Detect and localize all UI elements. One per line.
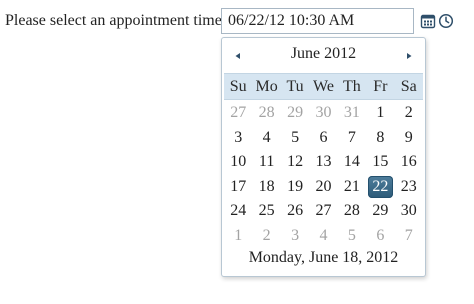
calendar-day[interactable]: 4 [309,224,337,249]
calendar-day[interactable]: 7 [395,224,423,249]
datetime-input[interactable] [222,9,413,33]
weekday-label: Th [343,78,361,95]
calendar-day[interactable]: 24 [224,199,252,224]
calendar-day[interactable]: 19 [281,175,309,200]
calendar-day[interactable]: 15 [366,150,394,175]
calendar-day[interactable]: 30 [395,199,423,224]
weekday-label: Su [229,78,247,95]
calendar-day[interactable]: 7 [338,126,366,151]
triangle-right-icon[interactable] [403,50,415,62]
calendar-day[interactable]: 23 [395,175,423,200]
calendar-day[interactable]: 21 [338,175,366,200]
calendar-day[interactable]: 18 [252,175,280,200]
calendar-header: June 2012 [222,38,425,72]
month-title[interactable]: June 2012 [262,44,385,64]
calendar-day[interactable]: 4 [252,126,280,151]
calendar-day-selected[interactable]: 22 [368,175,393,198]
today-footer-link[interactable]: Monday, June 18, 2012 [222,248,425,268]
calendar-day[interactable]: 27 [224,101,252,126]
calendar-day[interactable]: 3 [281,224,309,249]
calendar-day[interactable]: 28 [338,199,366,224]
calendar-day[interactable]: 8 [366,126,394,151]
calendar-day[interactable]: 28 [252,101,280,126]
weekday-label: Sa [400,78,417,95]
calendar-day[interactable]: 9 [395,126,423,151]
calendar-day[interactable]: 29 [366,199,394,224]
weekday-label: Fr [373,78,388,95]
weekday-header-row: Su Mo Tu We Th Fr Sa [224,73,423,100]
calendar-day-grid: 27 28 29 30 31 1 2 3 4 5 6 7 8 9 10 11 12 13 14 15 16 17 18 19 2… [224,101,423,248]
calendar-day[interactable]: 5 [281,126,309,151]
calendar-day[interactable]: 13 [309,150,337,175]
calendar-day[interactable]: 27 [309,199,337,224]
calendar-day[interactable]: 12 [281,150,309,175]
calendar-day[interactable]: 17 [224,175,252,200]
datetime-input-wrapper [221,8,414,34]
calendar-day[interactable]: 10 [224,150,252,175]
calendar-icon[interactable] [420,13,436,29]
calendar-day[interactable]: 30 [309,101,337,126]
appointment-prompt-label: Please select an appointment time: [5,12,227,29]
calendar-day[interactable]: 11 [252,150,280,175]
calendar-day[interactable]: 14 [338,150,366,175]
calendar-day[interactable]: 20 [309,175,337,200]
triangle-left-icon[interactable] [232,50,244,62]
clock-icon[interactable] [438,13,454,29]
calendar-day[interactable]: 2 [252,224,280,249]
calendar-day[interactable]: 5 [338,224,366,249]
calendar-day[interactable]: 6 [309,126,337,151]
calendar-day[interactable]: 1 [366,101,394,126]
weekday-label: Tu [286,78,304,95]
weekday-label: Mo [255,78,278,95]
calendar-day[interactable]: 1 [224,224,252,249]
calendar-day[interactable]: 29 [281,101,309,126]
calendar-day[interactable]: 16 [395,150,423,175]
calendar-popup: June 2012 Su Mo Tu We Th Fr Sa 27 28 29 30 3… [221,37,426,277]
calendar-day[interactable]: 2 [395,101,423,126]
calendar-day[interactable]: 25 [252,199,280,224]
calendar-day[interactable]: 26 [281,199,309,224]
calendar-day[interactable]: 31 [338,101,366,126]
weekday-label: We [313,78,334,95]
calendar-day[interactable]: 3 [224,126,252,151]
calendar-day[interactable]: 6 [366,224,394,249]
